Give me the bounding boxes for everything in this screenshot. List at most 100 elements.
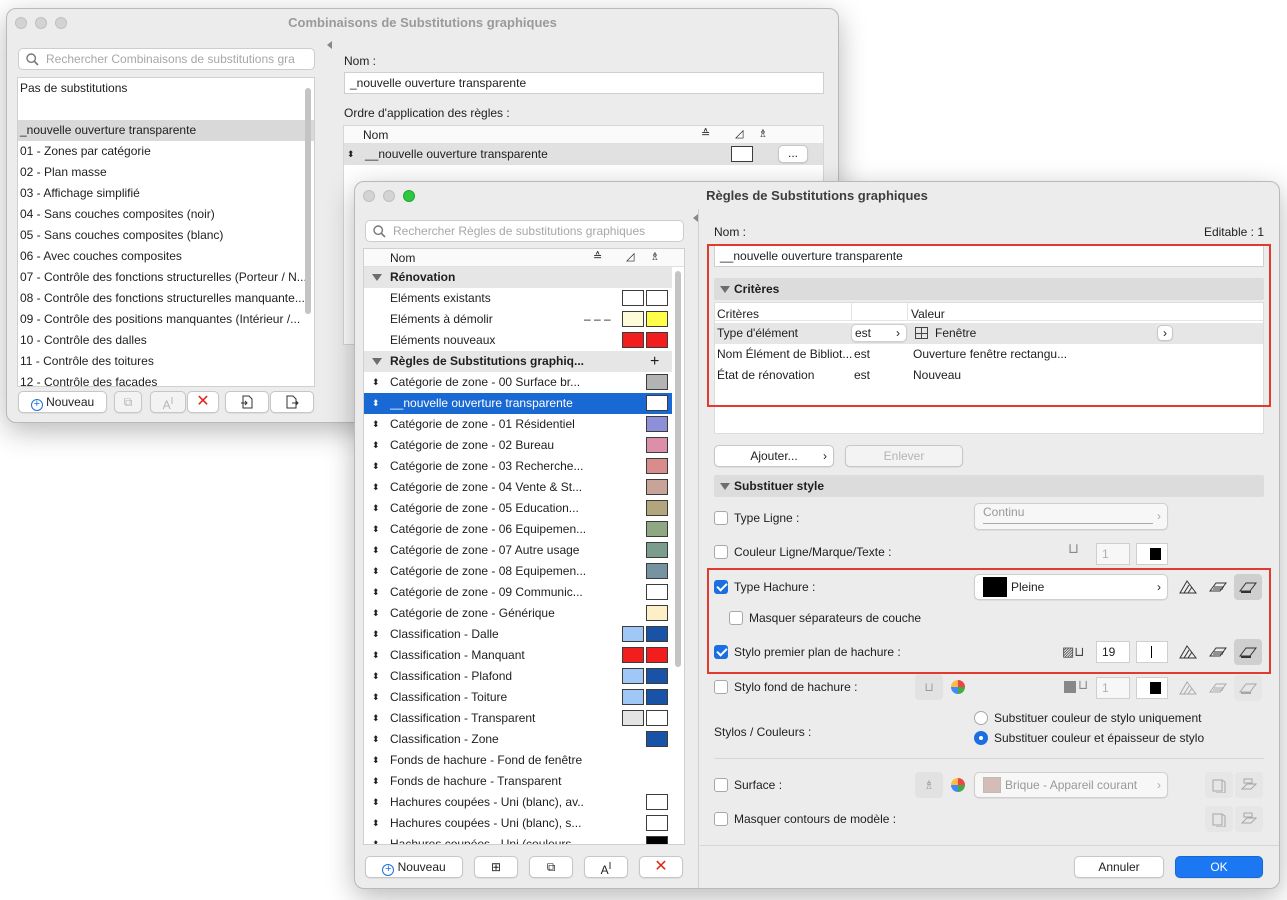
pen-color-only-radio[interactable]	[974, 711, 988, 725]
drag-handle-icon[interactable]: ⬍	[372, 834, 380, 844]
combination-item[interactable]: 05 - Sans couches composites (blanc)	[18, 225, 314, 246]
remove-criteria-button[interactable]: Enlever	[845, 445, 963, 467]
rename-combination-button[interactable]: AI	[150, 391, 186, 413]
drag-handle-icon[interactable]: ⬍	[372, 456, 380, 477]
splitter-handle[interactable]	[327, 41, 332, 49]
rule-row[interactable]: ⬍ Catégorie de zone - 03 Recherche...	[364, 456, 672, 477]
zoom-window-button[interactable]	[55, 17, 67, 29]
combination-item-selected[interactable]: _nouvelle ouverture transparente	[18, 120, 314, 141]
drag-handle-icon[interactable]: ⬍	[372, 498, 380, 519]
contour-option-a-button[interactable]	[1205, 806, 1233, 832]
rule-row[interactable]: ⬍ Catégorie de zone - 06 Equipemen...	[364, 519, 672, 540]
bg-pen-button[interactable]: ⊔	[915, 674, 943, 700]
export-button[interactable]	[270, 391, 314, 413]
drag-handle-icon[interactable]: ⬍	[372, 771, 380, 792]
rule-row[interactable]: ⬍ Classification - Plafond	[364, 666, 672, 687]
drag-handle-icon[interactable]: ⬍	[372, 687, 380, 708]
drag-handle-icon[interactable]: ⬍	[372, 435, 380, 456]
combination-item[interactable]: 06 - Avec couches composites	[18, 246, 314, 267]
drag-handle-icon[interactable]: ⬍	[372, 561, 380, 582]
combination-item[interactable]: Pas de substitutions	[18, 78, 314, 99]
combination-item[interactable]: 08 - Contrôle des fonctions structurelle…	[18, 288, 314, 309]
new-rule-button[interactable]: + Nouveau	[365, 856, 463, 878]
line-pen-swatch-button[interactable]	[1136, 543, 1168, 565]
new-combination-button[interactable]: + Nouveau	[18, 391, 107, 413]
rule-row[interactable]: Eléments nouveaux	[364, 330, 672, 351]
bg-pen-checkbox[interactable]	[714, 680, 728, 694]
rule-row[interactable]: ⬍ Catégorie de zone - 07 Autre usage	[364, 540, 672, 561]
order-row[interactable]: ⬍ __nouvelle ouverture transparente ...	[344, 144, 823, 165]
surface-popup[interactable]: Brique - Appareil courant ›	[974, 772, 1168, 798]
combination-item[interactable]: 09 - Contrôle des positions manquantes (…	[18, 309, 314, 330]
drag-handle-icon[interactable]: ⬍	[372, 792, 380, 813]
rule-row[interactable]: ⬍ Catégorie de zone - 02 Bureau	[364, 435, 672, 456]
rule-row[interactable]: ⬍ Catégorie de zone - 09 Communic...	[364, 582, 672, 603]
rule-row-selected[interactable]: ⬍ __nouvelle ouverture transparente	[364, 393, 672, 414]
drag-handle-icon[interactable]: ⬍	[372, 519, 380, 540]
ok-button[interactable]: OK	[1175, 856, 1263, 878]
combination-item[interactable]: 07 - Contrôle des fonctions structurelle…	[18, 267, 314, 288]
combination-item[interactable]: 03 - Affichage simplifié	[18, 183, 314, 204]
drag-handle-icon[interactable]: ⬍	[372, 708, 380, 729]
rule-row[interactable]: ⬍ Fonds de hachure - Transparent	[364, 771, 672, 792]
duplicate-combination-button[interactable]: ⧉	[114, 391, 142, 413]
combinations-search-input[interactable]: Rechercher Combinaisons de substitutions…	[18, 48, 315, 70]
rule-row[interactable]: ⬍ Catégorie de zone - 01 Résidentiel	[364, 414, 672, 435]
add-rule-icon[interactable]: +	[650, 351, 659, 372]
drafting-fill-button[interactable]	[1174, 675, 1202, 701]
rule-row[interactable]: ⬍ Classification - Dalle	[364, 624, 672, 645]
combination-item[interactable]: 12 - Contrôle des façades	[18, 372, 314, 386]
combination-item[interactable]: 04 - Sans couches composites (noir)	[18, 204, 314, 225]
surface-checkbox[interactable]	[714, 778, 728, 792]
drag-handle-icon[interactable]: ⬍	[372, 729, 380, 750]
contour-option-b-button[interactable]	[1235, 806, 1263, 832]
combination-item[interactable]: 10 - Contrôle des dalles	[18, 330, 314, 351]
bg-pen-swatch-button[interactable]	[1136, 677, 1168, 699]
rename-rule-button[interactable]: AI	[584, 856, 628, 878]
delete-rule-button[interactable]: ✕	[639, 856, 683, 878]
rule-row[interactable]: ⬍ Catégorie de zone - 04 Vente & St...	[364, 477, 672, 498]
line-pen-field[interactable]: 1	[1096, 543, 1130, 565]
combination-item[interactable]: 11 - Contrôle des toitures	[18, 351, 314, 372]
zoom-window-button[interactable]	[403, 190, 415, 202]
rule-row[interactable]: ⬍ Fonds de hachure - Fond de fenêtre	[364, 750, 672, 771]
line-color-checkbox[interactable]	[714, 545, 728, 559]
rule-row[interactable]: ⬍ Classification - Transparent	[364, 708, 672, 729]
rule-group-header[interactable]: Rénovation	[364, 267, 672, 288]
add-group-button[interactable]: ⊞	[474, 856, 518, 878]
order-row-more-button[interactable]: ...	[778, 145, 808, 163]
cover-fill-button[interactable]	[1234, 675, 1262, 701]
rule-row[interactable]: ⬍ Catégorie de zone - Générique	[364, 603, 672, 624]
drag-handle-icon[interactable]: ⬍	[372, 666, 380, 687]
drag-handle-icon[interactable]: ⬍	[347, 144, 355, 165]
rule-row[interactable]: ⬍ Hachures coupées - Uni (couleurs...	[364, 834, 672, 844]
drag-handle-icon[interactable]: ⬍	[372, 540, 380, 561]
drag-handle-icon[interactable]: ⬍	[372, 372, 380, 393]
rule-group-header[interactable]: Règles de Substitutions graphiq... +	[364, 351, 672, 372]
line-type-checkbox[interactable]	[714, 511, 728, 525]
duplicate-rule-button[interactable]: ⧉	[529, 856, 573, 878]
delete-combination-button[interactable]: ✕	[187, 391, 219, 413]
style-section-header[interactable]: Substituer style	[714, 475, 1264, 497]
close-window-button[interactable]	[15, 17, 27, 29]
cut-fill-button[interactable]	[1204, 675, 1232, 701]
rule-row[interactable]: ⬍ Catégorie de zone - 00 Surface br...	[364, 372, 672, 393]
surface-paint-button[interactable]: ♗	[915, 772, 943, 798]
rule-row[interactable]: Eléments à démolir – – –	[364, 309, 672, 330]
add-criteria-button[interactable]: Ajouter... ›	[714, 445, 834, 467]
combination-item[interactable]: 02 - Plan masse	[18, 162, 314, 183]
combination-name-field[interactable]: _nouvelle ouverture transparente	[344, 72, 824, 94]
rule-row[interactable]: ⬍ Hachures coupées - Uni (blanc), av...	[364, 792, 672, 813]
list-scrollbar[interactable]	[305, 88, 311, 314]
combination-item[interactable]: 01 - Zones par catégorie	[18, 141, 314, 162]
rule-row[interactable]: ⬍ Catégorie de zone - 08 Equipemen...	[364, 561, 672, 582]
hide-contours-checkbox[interactable]	[714, 812, 728, 826]
rule-row[interactable]: Eléments existants	[364, 288, 672, 309]
rule-row[interactable]: ⬍ Hachures coupées - Uni (blanc), s...	[364, 813, 672, 834]
line-type-popup[interactable]: Continu ›	[974, 503, 1168, 530]
drag-handle-icon[interactable]: ⬍	[372, 813, 380, 834]
rule-row[interactable]: ⬍ Catégorie de zone - 05 Education...	[364, 498, 672, 519]
minimize-window-button[interactable]	[35, 17, 47, 29]
drag-handle-icon[interactable]: ⬍	[372, 582, 380, 603]
import-button[interactable]	[225, 391, 269, 413]
